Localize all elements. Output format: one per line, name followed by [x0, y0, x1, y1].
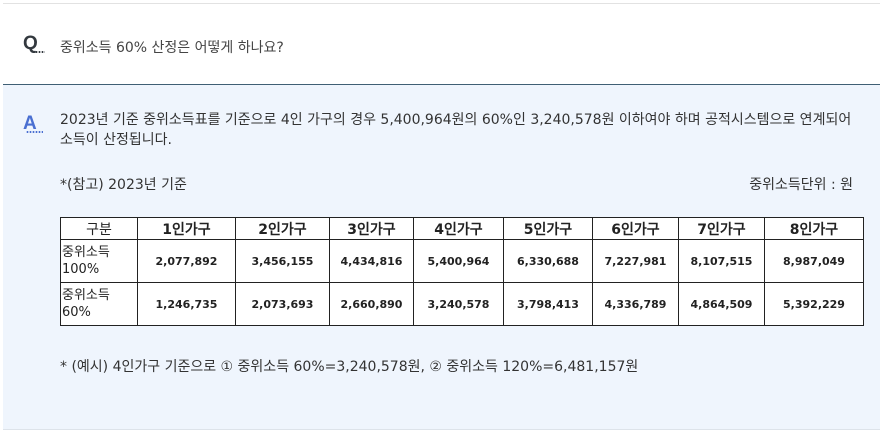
table-header-cell: 2인가구 — [235, 217, 330, 240]
table-cell: 7,227,981 — [592, 239, 679, 283]
table-cell: 2,073,693 — [235, 282, 330, 326]
table-header-cell: 5인가구 — [503, 217, 593, 240]
question-section: Q 중위소득 60% 산정은 어떻게 하나요? — [3, 4, 880, 84]
table-cell: 5,400,964 — [413, 239, 504, 283]
answer-mark-dots — [26, 131, 43, 133]
reference-note: *(참고) 2023년 기준 — [60, 177, 187, 193]
table-cell: 6,330,688 — [503, 239, 593, 283]
row-label-cell: 중위소득 60% — [60, 282, 138, 326]
table-cell: 3,456,155 — [235, 239, 330, 283]
answer-section: A 2023년 기준 중위소득표를 기준으로 4인 가구의 경우 5,400,9… — [3, 84, 880, 429]
table-header-cell: 4인가구 — [413, 217, 504, 240]
question-text: 중위소득 60% 산정은 어떻게 하나요? — [60, 40, 284, 56]
table-cell: 4,336,789 — [592, 282, 679, 326]
table-cell: 3,240,578 — [413, 282, 504, 326]
table-row: 중위소득 100% 2,077,892 3,456,155 4,434,816 5… — [60, 239, 864, 283]
table-header-cell: 구분 — [60, 217, 138, 240]
median-income-table: 구분 1인가구 2인가구 3인가구 4인가구 5인가구 6인가구 7인가구 8인… — [60, 217, 864, 326]
answer-text: 2023년 기준 중위소득표를 기준으로 4인 가구의 경우 5,400,964… — [60, 112, 852, 148]
example-note: * (예시) 4인가구 기준으로 ① 중위소득 60%=3,240,578원, … — [60, 359, 639, 375]
table-cell: 4,434,816 — [329, 239, 414, 283]
table-header-cell: 8인가구 — [764, 217, 864, 240]
table-header-cell: 3인가구 — [329, 217, 414, 240]
table-row: 중위소득 60% 1,246,735 2,073,693 2,660,890 3,… — [60, 282, 864, 326]
table-header-row: 구분 1인가구 2인가구 3인가구 4인가구 5인가구 6인가구 7인가구 8인… — [60, 217, 864, 240]
table-cell: 3,798,413 — [503, 282, 593, 326]
question-mark-dots — [32, 51, 45, 53]
bottom-divider — [3, 429, 880, 430]
table-cell: 5,392,229 — [764, 282, 864, 326]
table-header-cell: 1인가구 — [137, 217, 236, 240]
table-cell: 8,987,049 — [764, 239, 864, 283]
row-label-line2: 100% — [62, 262, 100, 277]
table-cell: 4,864,509 — [678, 282, 765, 326]
unit-note: 중위소득단위 : 원 — [749, 177, 853, 193]
table-cell: 2,077,892 — [137, 239, 236, 283]
table-cell: 1,246,735 — [137, 282, 236, 326]
table-header-cell: 7인가구 — [678, 217, 765, 240]
table-header-cell: 6인가구 — [592, 217, 679, 240]
row-label-cell: 중위소득 100% — [60, 239, 138, 283]
row-label-line2: 60% — [62, 305, 91, 320]
row-label-line1: 중위소득 — [62, 288, 110, 303]
row-label-line1: 중위소득 — [62, 245, 110, 260]
table-cell: 8,107,515 — [678, 239, 765, 283]
table-cell: 2,660,890 — [329, 282, 414, 326]
